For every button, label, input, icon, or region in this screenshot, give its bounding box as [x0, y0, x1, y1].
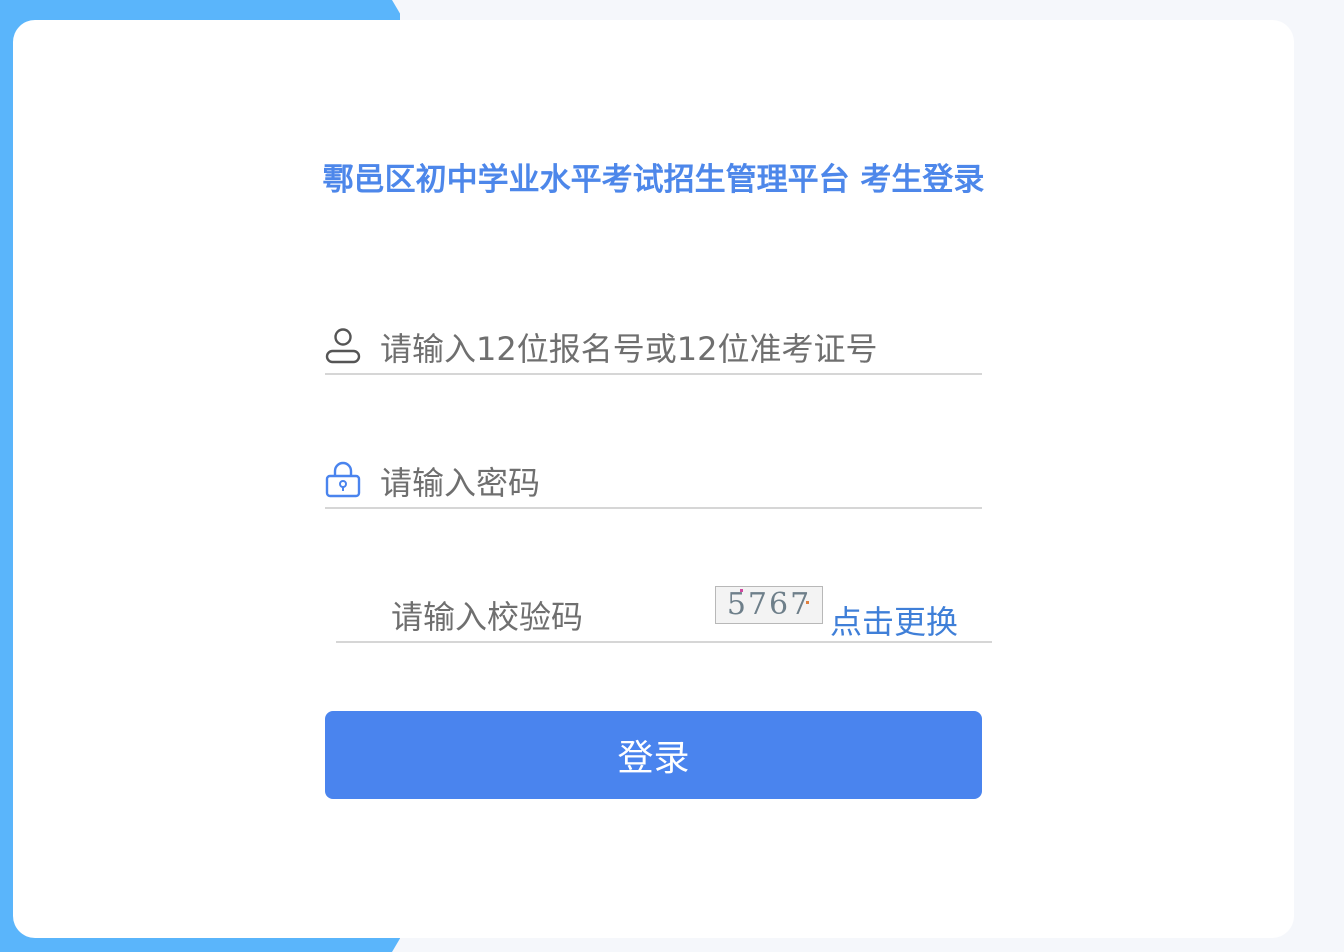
login-card: 鄠邑区初中学业水平考试招生管理平台 考生登录 5767 点击更: [13, 20, 1294, 938]
captcha-field: 5767 点击更换: [336, 586, 992, 643]
password-field: [325, 457, 982, 509]
login-button[interactable]: 登录: [325, 711, 982, 799]
username-input[interactable]: [380, 329, 970, 369]
page-title: 鄠邑区初中学业水平考试招生管理平台 考生登录: [322, 162, 985, 198]
user-icon: [325, 327, 361, 369]
password-input[interactable]: [380, 463, 970, 503]
captcha-input[interactable]: [391, 597, 711, 637]
lock-icon: [325, 461, 361, 503]
captcha-image[interactable]: 5767: [715, 586, 823, 624]
refresh-captcha-link[interactable]: 点击更换: [830, 597, 958, 643]
captcha-text: 5767: [726, 587, 812, 622]
captcha-noise: [806, 601, 809, 604]
captcha-noise: [740, 589, 743, 592]
username-field: [325, 323, 982, 375]
